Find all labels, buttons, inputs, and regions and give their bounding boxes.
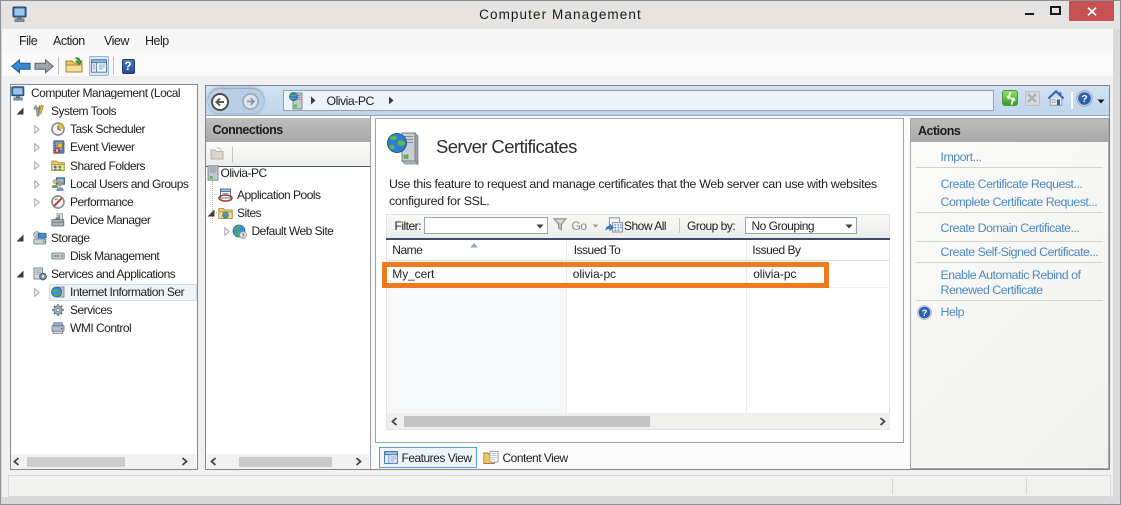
svg-text:?: ? bbox=[922, 308, 928, 319]
svg-text:?: ? bbox=[1081, 93, 1087, 105]
